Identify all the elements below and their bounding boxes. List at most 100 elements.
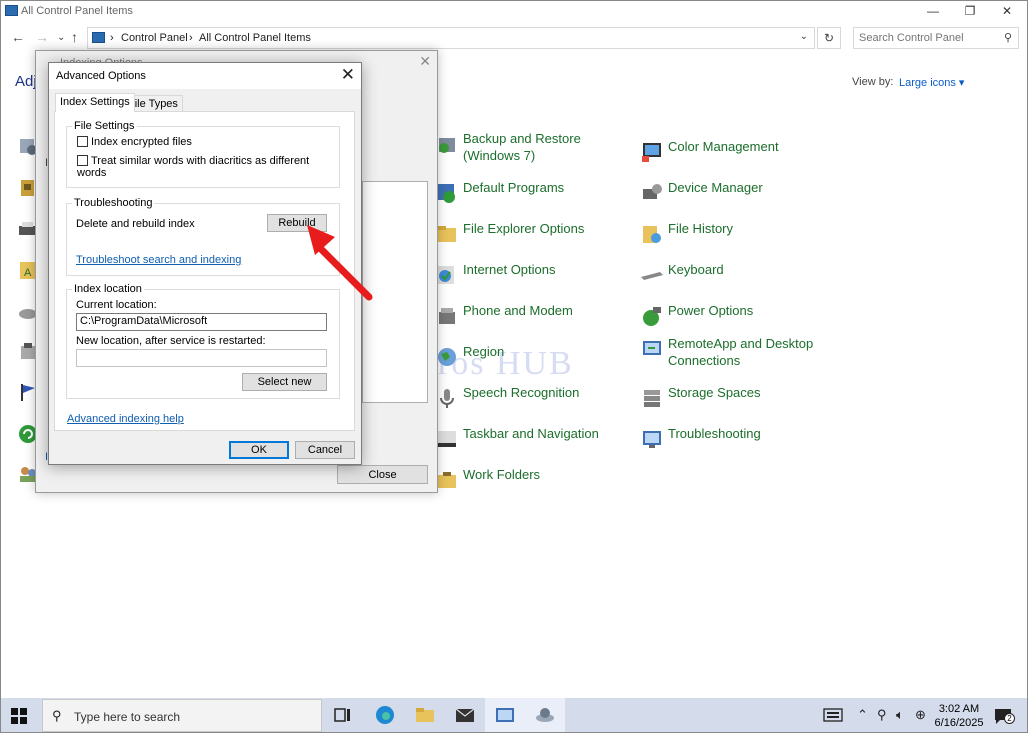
- cp-item-label: Backup and Restore (Windows 7): [463, 131, 581, 163]
- windows-start-icon[interactable]: [11, 708, 27, 724]
- cp-item-phone-modem[interactable]: Phone and Modem: [435, 302, 615, 338]
- cp-item-label: Phone and Modem: [463, 303, 573, 318]
- troubleshoot-search-link[interactable]: Troubleshoot search and indexing: [76, 254, 241, 266]
- breadcrumb-all-items[interactable]: All Control Panel Items: [199, 32, 311, 44]
- cp-item-taskbar-navigation[interactable]: Taskbar and Navigation: [435, 425, 625, 461]
- file-explorer-icon[interactable]: [414, 704, 436, 726]
- cp-item-power-options[interactable]: Power Options: [640, 302, 820, 338]
- current-location-field[interactable]: C:\ProgramData\Microsoft: [76, 313, 327, 331]
- cp-item-device-manager[interactable]: Device Manager: [640, 179, 820, 215]
- cp-item-color-management[interactable]: Color Management: [640, 138, 820, 174]
- taskbar: ⚲ Type here to search ⌃ ⚲ 🔈︎ ⊕ 3:02 AM 6…: [1, 698, 1027, 732]
- volume-icon[interactable]: 🔈︎: [896, 707, 904, 723]
- cp-item-label: Troubleshooting: [668, 426, 761, 441]
- show-hidden-icons-icon[interactable]: ⌃: [857, 707, 868, 723]
- advanced-options-title: Advanced Options: [56, 70, 146, 82]
- cp-item-file-history[interactable]: File History: [640, 220, 820, 256]
- dialog-close-icon[interactable]: ✕: [341, 65, 355, 85]
- index-encrypted-option[interactable]: Index encrypted files: [77, 136, 192, 148]
- breadcrumb-separator: ›: [110, 32, 114, 44]
- desktop-screen: All Control Panel Items — ❐ ✕ ← → ⌄ ↑ › …: [0, 0, 1028, 733]
- maximize-button[interactable]: ❐: [952, 1, 988, 23]
- index-location-legend: Index location: [72, 283, 144, 295]
- speech-recognition-icon: [440, 389, 454, 408]
- diacritics-checkbox[interactable]: [77, 155, 88, 166]
- diacritics-option[interactable]: Treat similar words with diacritics as d…: [77, 155, 339, 179]
- mail-icon[interactable]: [454, 704, 476, 726]
- breadcrumb-separator: ›: [189, 32, 193, 44]
- refresh-button[interactable]: ↻: [817, 27, 841, 49]
- taskbar-navigation-icon: [438, 431, 456, 447]
- troubleshooting-legend: Troubleshooting: [72, 197, 155, 209]
- device-manager-icon: [643, 184, 662, 199]
- troubleshooting-icon: [643, 431, 661, 448]
- indexing-close-button[interactable]: Close: [337, 465, 428, 484]
- cp-item-remoteapp[interactable]: RemoteApp and Desktop Connections: [640, 335, 830, 371]
- view-by-dropdown[interactable]: Large icons ▾: [899, 76, 964, 89]
- system-clock[interactable]: 3:02 AM 6/16/2025: [934, 702, 984, 730]
- taskbar-search-box[interactable]: ⚲ Type here to search: [42, 699, 322, 732]
- cp-item-backup-restore[interactable]: Backup and Restore (Windows 7): [435, 130, 615, 166]
- advanced-indexing-help-link[interactable]: Advanced indexing help: [67, 413, 184, 425]
- adjust-settings-heading: Adj: [15, 73, 37, 90]
- phone-modem-icon: [439, 308, 455, 324]
- ok-button[interactable]: OK: [229, 441, 289, 459]
- clock-date: 6/16/2025: [934, 717, 984, 729]
- cp-item-internet-options[interactable]: Internet Options: [435, 261, 615, 297]
- remoteapp-icon: [643, 341, 661, 355]
- cp-item-label: Taskbar and Navigation: [463, 426, 599, 441]
- color-management-icon: [642, 143, 661, 162]
- cp-item-speech-recognition[interactable]: Speech Recognition: [435, 384, 615, 420]
- clock-time: 3:02 AM: [938, 703, 980, 715]
- cp-item-label: RemoteApp and Desktop Connections: [668, 336, 814, 368]
- cancel-button[interactable]: Cancel: [295, 441, 355, 459]
- cp-item-region[interactable]: Region: [435, 343, 615, 379]
- index-encrypted-checkbox[interactable]: [77, 136, 88, 147]
- region-icon: [438, 348, 456, 366]
- breadcrumb-control-panel[interactable]: Control Panel: [121, 32, 188, 44]
- tab-index-settings[interactable]: Index Settings: [55, 93, 135, 112]
- cp-item-keyboard[interactable]: Keyboard: [640, 261, 820, 297]
- task-view-icon[interactable]: [332, 704, 354, 726]
- cp-item-label: Power Options: [668, 303, 754, 318]
- indexing-close-icon[interactable]: ✕: [419, 53, 431, 70]
- cp-item-default-programs[interactable]: Default Programs: [435, 179, 615, 215]
- forward-arrow-icon[interactable]: →: [35, 29, 49, 45]
- up-arrow-icon[interactable]: ↑: [71, 29, 78, 45]
- refresh-icon: ↻: [823, 31, 835, 45]
- cp-item-file-explorer-options[interactable]: File Explorer Options: [435, 220, 615, 256]
- control-panel-location-icon: [92, 32, 105, 43]
- taskbar-indexing-active[interactable]: [525, 698, 565, 732]
- select-new-button[interactable]: Select new: [242, 373, 327, 391]
- address-bar[interactable]: › Control Panel › All Control Panel Item…: [87, 27, 815, 49]
- backup-restore-icon: [439, 138, 455, 153]
- cp-item-label: Speech Recognition: [463, 385, 580, 400]
- minimize-button[interactable]: —: [915, 1, 951, 23]
- cp-item-work-folders[interactable]: Work Folders: [435, 466, 615, 502]
- search-box[interactable]: ⚲: [853, 27, 1019, 49]
- edge-browser-icon[interactable]: [374, 704, 396, 726]
- cp-item-troubleshooting[interactable]: Troubleshooting: [640, 425, 820, 461]
- taskbar-search-icon: ⚲: [52, 708, 62, 723]
- network-icon[interactable]: ⚲: [877, 707, 887, 723]
- control-panel-titlebar: All Control Panel Items — ❐ ✕: [1, 1, 1027, 23]
- work-folders-icon: [438, 472, 456, 488]
- window-title: All Control Panel Items: [21, 5, 133, 17]
- search-icon: ⚲: [1003, 32, 1012, 44]
- keyboard-tray-icon[interactable]: [823, 706, 843, 724]
- address-dropdown-icon[interactable]: ⌄: [800, 31, 808, 42]
- cp-item-storage-spaces[interactable]: Storage Spaces: [640, 384, 820, 420]
- advanced-options-titlebar: Advanced Options ✕: [49, 63, 361, 89]
- power-options-icon: [643, 307, 661, 326]
- close-window-button[interactable]: ✕: [989, 1, 1025, 23]
- current-location-label: Current location:: [76, 299, 157, 311]
- taskbar-control-panel-active[interactable]: [485, 698, 525, 732]
- back-arrow-icon[interactable]: ←: [11, 29, 25, 45]
- recent-locations-chevron-icon[interactable]: ⌄: [57, 32, 65, 43]
- cp-item-label: Color Management: [668, 139, 779, 154]
- control-panel-taskbar-icon: [496, 708, 514, 722]
- new-location-field[interactable]: [76, 349, 327, 367]
- search-input[interactable]: [859, 29, 999, 47]
- indexing-options-taskbar-icon: [536, 708, 554, 722]
- language-globe-icon[interactable]: ⊕: [915, 707, 926, 723]
